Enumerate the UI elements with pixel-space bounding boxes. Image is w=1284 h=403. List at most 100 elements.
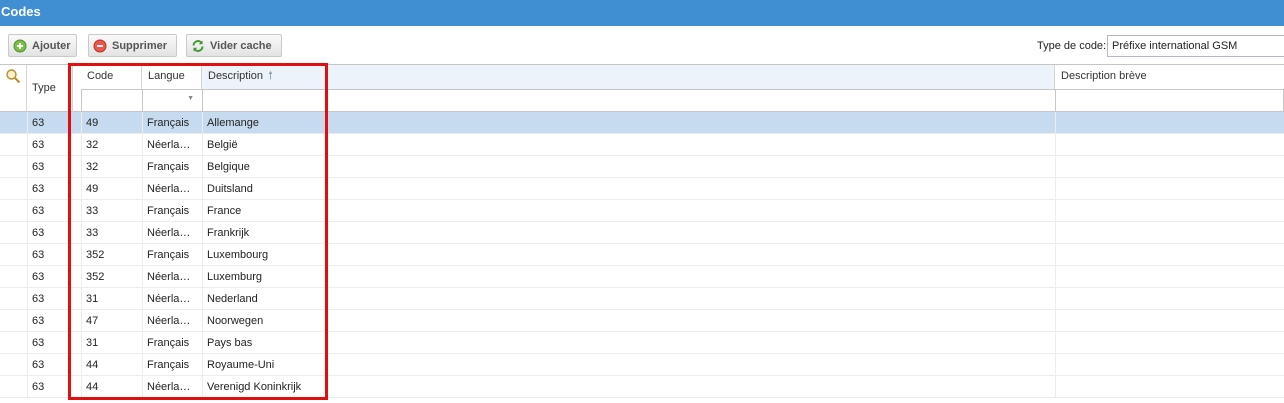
cell-description-breve bbox=[1055, 244, 1284, 266]
cell-type: 63 bbox=[32, 271, 45, 283]
cell-description: Frankrijk bbox=[207, 227, 250, 239]
cell-description-breve bbox=[1055, 222, 1284, 244]
search-icon[interactable] bbox=[5, 68, 21, 87]
sort-ascending-icon: 🠕 bbox=[268, 70, 273, 82]
cell-description: Nederland bbox=[207, 293, 258, 305]
table-row[interactable]: 63 47 Néerla… Noorwegen bbox=[0, 310, 1284, 332]
filter-description-breve-input[interactable] bbox=[1055, 89, 1284, 112]
header-search-cell[interactable] bbox=[0, 65, 27, 112]
cell-type: 63 bbox=[32, 293, 45, 305]
cell-description: Luxembourg bbox=[207, 249, 269, 261]
cell-type: 63 bbox=[32, 183, 45, 195]
filter-code-input[interactable] bbox=[81, 89, 143, 112]
cell-description-breve bbox=[1055, 354, 1284, 376]
table-row[interactable]: 63 49 Français Allemange bbox=[0, 112, 1284, 134]
cell-code: 47 bbox=[86, 315, 99, 327]
cell-type: 63 bbox=[32, 227, 45, 239]
delete-button-label: Supprimer bbox=[112, 39, 168, 52]
refresh-icon bbox=[191, 39, 205, 53]
cell-description-breve bbox=[1055, 112, 1284, 134]
cell-langue: Français bbox=[147, 359, 190, 371]
clear-cache-button[interactable]: Vider cache bbox=[186, 34, 282, 57]
cell-description-breve bbox=[1055, 156, 1284, 178]
cell-description: France bbox=[207, 205, 242, 217]
cell-code: 32 bbox=[86, 139, 99, 151]
cell-description-breve bbox=[1055, 376, 1284, 398]
clear-cache-button-label: Vider cache bbox=[210, 39, 272, 52]
cell-description: Verenigd Koninkrijk bbox=[207, 381, 302, 393]
column-header-description-label: Description bbox=[208, 70, 264, 82]
column-header-code[interactable]: Code bbox=[81, 65, 142, 89]
cell-langue: Néerla… bbox=[147, 271, 191, 283]
cell-langue: Français bbox=[147, 337, 190, 349]
cell-type: 63 bbox=[32, 117, 45, 129]
plus-circle-icon bbox=[13, 39, 27, 53]
add-button[interactable]: Ajouter bbox=[8, 34, 77, 57]
filter-langue-select[interactable]: ▼ bbox=[142, 89, 203, 112]
cell-type: 63 bbox=[32, 337, 45, 349]
cell-code: 33 bbox=[86, 227, 99, 239]
filter-description-input[interactable] bbox=[202, 89, 1056, 112]
window-title-bar: Codes bbox=[0, 0, 1284, 26]
add-button-label: Ajouter bbox=[32, 39, 71, 52]
column-header-type[interactable]: Type bbox=[27, 65, 73, 112]
cell-code: 33 bbox=[86, 205, 99, 217]
cell-code: 32 bbox=[86, 161, 99, 173]
table-row[interactable]: 63 32 Français Belgique bbox=[0, 156, 1284, 178]
column-header-code-label: Code bbox=[87, 70, 114, 82]
table-row[interactable]: 63 33 Néerla… Frankrijk bbox=[0, 222, 1284, 244]
cell-code: 31 bbox=[86, 337, 99, 349]
column-header-description-breve[interactable]: Description brève bbox=[1055, 65, 1284, 89]
chevron-down-icon[interactable]: ▼ bbox=[187, 95, 194, 102]
cell-description: België bbox=[207, 139, 238, 151]
cell-description: Luxemburg bbox=[207, 271, 263, 283]
code-type-select[interactable]: Préfixe international GSM bbox=[1107, 35, 1284, 57]
table-row[interactable]: 63 32 Néerla… België bbox=[0, 134, 1284, 156]
cell-description: Pays bas bbox=[207, 337, 253, 349]
cell-description: Royaume-Uni bbox=[207, 359, 275, 371]
column-header-langue[interactable]: Langue bbox=[142, 65, 202, 89]
cell-langue: Français bbox=[147, 117, 190, 129]
cell-description-breve bbox=[1055, 310, 1284, 332]
cell-code: 49 bbox=[86, 117, 99, 129]
table-row[interactable]: 63 31 Français Pays bas bbox=[0, 332, 1284, 354]
cell-type: 63 bbox=[32, 381, 45, 393]
table-row[interactable]: 63 352 Néerla… Luxemburg bbox=[0, 266, 1284, 288]
cell-description: Noorwegen bbox=[207, 315, 264, 327]
cell-langue: Néerla… bbox=[147, 293, 191, 305]
cell-code: 352 bbox=[86, 271, 105, 283]
cell-code: 352 bbox=[86, 249, 105, 261]
table-row[interactable]: 63 33 Français France bbox=[0, 200, 1284, 222]
cell-description-breve bbox=[1055, 332, 1284, 354]
cell-langue: Néerla… bbox=[147, 315, 191, 327]
cell-langue: Français bbox=[147, 161, 190, 173]
cell-description: Allemange bbox=[207, 117, 259, 129]
cell-code: 44 bbox=[86, 359, 99, 371]
column-header-langue-label: Langue bbox=[148, 70, 185, 82]
table-row[interactable]: 63 44 Français Royaume-Uni bbox=[0, 354, 1284, 376]
cell-type: 63 bbox=[32, 249, 45, 261]
cell-description: Belgique bbox=[207, 161, 250, 173]
toolbar: Ajouter Supprimer Vider cache Type de co… bbox=[0, 26, 1284, 64]
column-header-description-breve-label: Description brève bbox=[1061, 70, 1147, 82]
cell-langue: Néerla… bbox=[147, 381, 191, 393]
cell-langue: Néerla… bbox=[147, 227, 191, 239]
cell-type: 63 bbox=[32, 161, 45, 173]
delete-button[interactable]: Supprimer bbox=[88, 34, 177, 57]
table-row[interactable]: 63 49 Néerla… Duitsland bbox=[0, 178, 1284, 200]
minus-circle-icon bbox=[93, 39, 107, 53]
cell-langue: Français bbox=[147, 205, 190, 217]
table-row[interactable]: 63 31 Néerla… Nederland bbox=[0, 288, 1284, 310]
cell-code: 44 bbox=[86, 381, 99, 393]
table-row[interactable]: 63 44 Néerla… Verenigd Koninkrijk bbox=[0, 376, 1284, 398]
table-row[interactable]: 63 352 Français Luxembourg bbox=[0, 244, 1284, 266]
cell-code: 49 bbox=[86, 183, 99, 195]
cell-type: 63 bbox=[32, 359, 45, 371]
cell-description-breve bbox=[1055, 178, 1284, 200]
window-title: Codes bbox=[1, 4, 41, 19]
column-header-description[interactable]: Description 🠕 bbox=[202, 65, 1055, 89]
cell-description-breve bbox=[1055, 266, 1284, 288]
cell-langue: Français bbox=[147, 249, 190, 261]
cell-description-breve bbox=[1055, 134, 1284, 156]
cell-description: Duitsland bbox=[207, 183, 253, 195]
